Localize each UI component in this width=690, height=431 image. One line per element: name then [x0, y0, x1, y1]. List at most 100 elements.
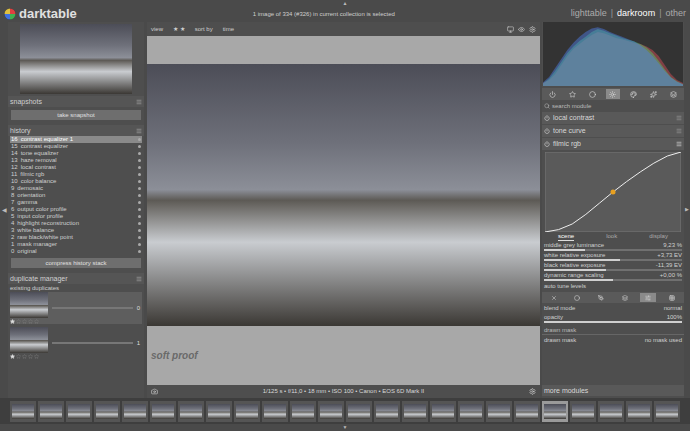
middle-grey-marker-icon[interactable]	[611, 190, 616, 195]
star-icon[interactable]	[34, 319, 39, 324]
sort-select[interactable]: time	[223, 25, 234, 34]
blend-tab[interactable]	[617, 293, 633, 302]
filmstrip-thumbnail[interactable]	[234, 401, 260, 422]
collapse-top-button[interactable]: ▲	[343, 0, 348, 6]
blend-icon[interactable]	[669, 295, 675, 301]
blend-tab[interactable]	[569, 293, 585, 302]
history-item[interactable]: 4highlight reconstruction	[10, 220, 142, 227]
module-group-icon[interactable]	[569, 91, 576, 98]
history-item[interactable]: 14tone equalizer	[10, 150, 142, 157]
blend-tab[interactable]	[664, 293, 680, 302]
power-icon[interactable]	[544, 141, 550, 147]
duplicate-manager-header[interactable]: duplicate manager	[8, 273, 144, 284]
view-tab[interactable]: darkroom	[617, 7, 655, 21]
history-item[interactable]: 1mask manager	[10, 241, 142, 248]
drawn-mask-row[interactable]: drawn maskno mask used	[542, 336, 684, 344]
filmic-curve-graph[interactable]	[545, 152, 681, 232]
filmic-tab[interactable]: scene	[558, 232, 574, 241]
filmstrip-thumbnail[interactable]	[178, 401, 204, 422]
filmstrip-thumbnail[interactable]	[122, 401, 148, 422]
module-group-tab[interactable]	[586, 89, 600, 99]
filmstrip-thumbnail[interactable]	[38, 401, 64, 422]
blend-tab[interactable]	[640, 293, 656, 302]
monitor-icon[interactable]	[507, 26, 514, 33]
star-icon[interactable]	[22, 319, 27, 324]
module-group-icon[interactable]	[650, 91, 657, 98]
history-item[interactable]: 6output color profile	[10, 206, 142, 213]
filmstrip-thumbnail[interactable]	[206, 401, 232, 422]
view-tab[interactable]: lighttable	[571, 7, 607, 21]
collapse-bottom-button[interactable]: ▼	[343, 424, 348, 431]
filmstrip-thumbnail[interactable]	[598, 401, 624, 422]
filmic-slider[interactable]: dynamic range scaling+0,00 %	[542, 272, 684, 281]
filmstrip-thumbnail[interactable]	[626, 401, 652, 422]
star-icon[interactable]	[28, 354, 33, 359]
filmstrip-thumbnail[interactable]	[514, 401, 540, 422]
collapse-left-button[interactable]: ◀	[2, 206, 7, 215]
module-group-icon[interactable]	[670, 91, 677, 98]
blend-icon[interactable]	[598, 295, 604, 301]
star-icon[interactable]	[22, 354, 27, 359]
filmstrip-thumbnail[interactable]	[402, 401, 428, 422]
view-tab[interactable]: other	[665, 7, 686, 21]
star-icon[interactable]	[10, 354, 15, 359]
history-item[interactable]: 5input color profile	[10, 213, 142, 220]
filmstrip-thumbnail[interactable]	[654, 401, 680, 422]
filmstrip-thumbnail[interactable]	[570, 401, 596, 422]
filmstrip-thumbnail[interactable]	[486, 401, 512, 422]
blend-icon[interactable]	[645, 295, 651, 301]
history-item[interactable]: 8orientation	[10, 192, 142, 199]
histogram[interactable]	[543, 22, 683, 86]
duplicate-thumbnail[interactable]	[10, 292, 48, 318]
star-icon[interactable]	[28, 319, 33, 324]
filmic-slider[interactable]: white relative exposure+3,73 EV	[542, 252, 684, 261]
presets-icon[interactable]	[676, 115, 682, 121]
history-item[interactable]: 13haze removal	[10, 157, 142, 164]
history-item[interactable]: 15contrast equalizer	[10, 143, 142, 150]
menu-icon[interactable]	[136, 128, 142, 134]
history-header[interactable]: history	[8, 125, 144, 136]
blend-icon[interactable]	[622, 295, 628, 301]
power-icon[interactable]	[544, 115, 550, 121]
power-icon[interactable]	[544, 128, 550, 134]
filmic-slider[interactable]: middle grey luminance9,23 %	[542, 242, 684, 251]
module-group-tab[interactable]	[667, 89, 681, 99]
star-icon[interactable]	[16, 354, 21, 359]
module-group-icon[interactable]	[589, 91, 596, 98]
history-item[interactable]: 2raw black/white point	[10, 234, 142, 241]
filmstrip-thumbnail[interactable]	[346, 401, 372, 422]
blend-tab[interactable]	[546, 293, 562, 302]
view-label[interactable]: view	[151, 25, 163, 34]
blend-row[interactable]: opacity100%	[542, 313, 684, 323]
module-group-tab[interactable]	[545, 89, 559, 99]
module-header[interactable]: tone curve	[542, 125, 684, 137]
gear-icon[interactable]	[529, 388, 536, 395]
filmstrip-thumbnail[interactable]	[10, 401, 36, 422]
history-item[interactable]: 0original	[10, 248, 142, 255]
module-group-icon[interactable]	[549, 91, 556, 98]
blend-icon[interactable]	[551, 295, 557, 301]
eye-icon[interactable]	[518, 26, 525, 33]
history-item[interactable]: 11filmic rgb	[10, 171, 142, 178]
rating-filter[interactable]: ★ ★	[173, 25, 185, 34]
presets-icon[interactable]	[676, 141, 682, 147]
camera-icon[interactable]	[151, 388, 158, 395]
filmstrip-thumbnail[interactable]	[150, 401, 176, 422]
filmstrip-thumbnail[interactable]	[430, 401, 456, 422]
menu-icon[interactable]	[136, 99, 142, 105]
module-group-tab[interactable]	[565, 89, 579, 99]
filmstrip-thumbnail[interactable]	[458, 401, 484, 422]
star-icon[interactable]	[16, 319, 21, 324]
collapse-right-button[interactable]: ▶	[685, 206, 689, 214]
filmstrip-thumbnail[interactable]	[542, 401, 568, 422]
history-item[interactable]: 12local contrast	[10, 164, 142, 171]
presets-icon[interactable]	[676, 128, 682, 134]
module-group-tab[interactable]	[606, 89, 620, 99]
filmic-slider[interactable]: black relative exposure-11,39 EV	[542, 262, 684, 271]
module-group-tab[interactable]	[626, 89, 640, 99]
duplicate-item[interactable]: 0	[10, 292, 142, 324]
filmstrip-thumbnail[interactable]	[94, 401, 120, 422]
filmstrip-thumbnail[interactable]	[262, 401, 288, 422]
module-header[interactable]: local contrast	[542, 112, 684, 124]
star-icon[interactable]	[10, 319, 15, 324]
